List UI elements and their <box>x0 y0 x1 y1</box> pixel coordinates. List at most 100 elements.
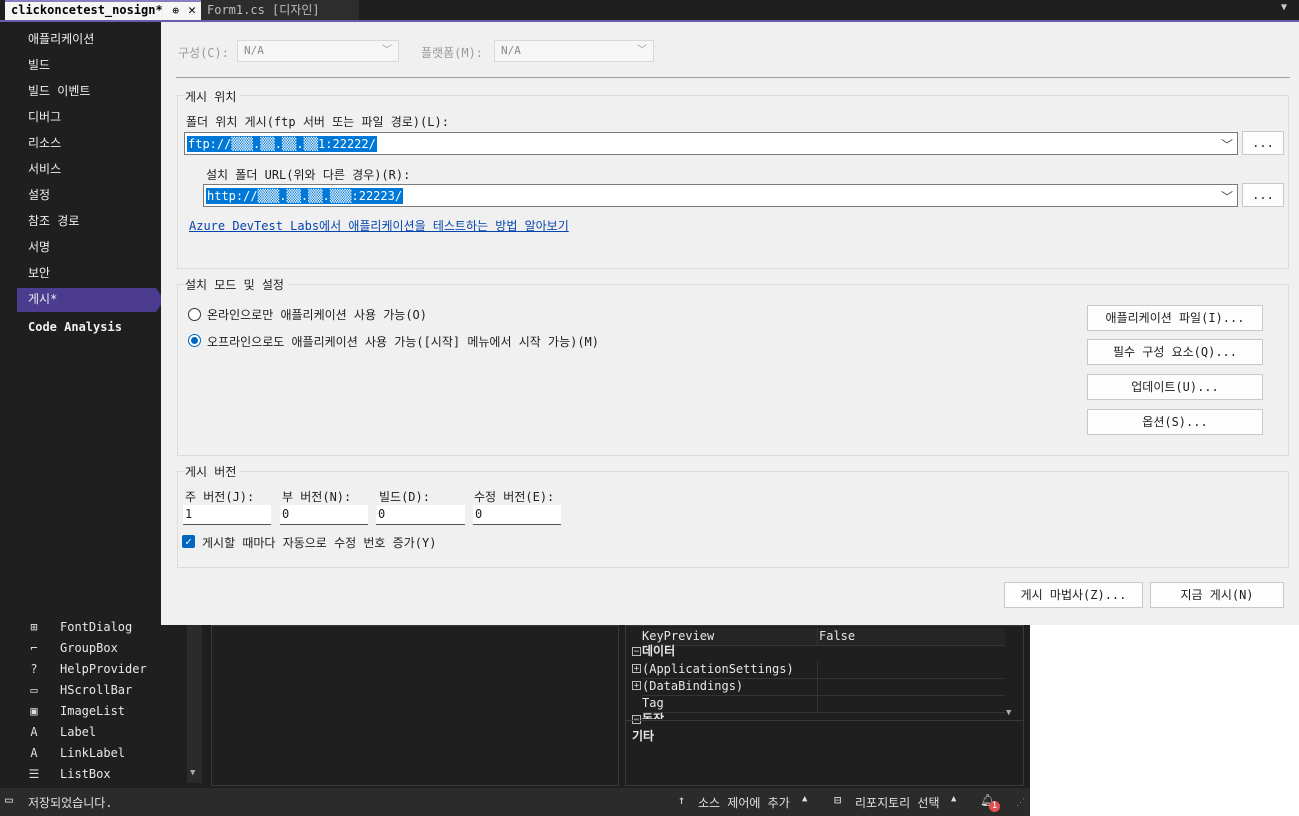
nav-item-resources[interactable]: 리소스 <box>17 132 156 156</box>
platform-select[interactable]: N/A ﹀ <box>494 40 654 62</box>
toolbox-item-hscrollbar[interactable]: ▭ HScrollBar <box>7 680 187 701</box>
expand-icon[interactable]: + <box>632 681 641 691</box>
status-message: 저장되었습니다. <box>28 796 113 810</box>
speech-bubble-icon: ▭ <box>5 793 13 808</box>
install-mode-title: 설치 모드 및 설정 <box>185 276 288 293</box>
major-version-label: 주 버전(J): <box>185 490 255 504</box>
publish-wizard-button[interactable]: 게시 마법사(Z)... <box>1004 582 1143 608</box>
toolbox-item-label: ListBox <box>60 767 111 781</box>
collapse-icon[interactable]: − <box>632 647 641 657</box>
nav-item-code-analysis[interactable]: Code Analysis <box>17 316 156 340</box>
toolbox-item-helpprovider[interactable]: ? HelpProvider <box>7 659 187 680</box>
expand-icon[interactable]: + <box>632 664 641 674</box>
separator <box>176 77 1290 78</box>
scroll-down-icon[interactable]: ▼ <box>1006 708 1011 718</box>
browse-install-url-button[interactable]: ... <box>1242 183 1284 207</box>
azure-devtest-labs-link[interactable]: Azure DevTest Labs에서 애플리케이션을 테스트하는 방법 알아… <box>189 217 569 234</box>
add-to-source-control[interactable]: 소스 제어에 추가 <box>698 794 790 811</box>
close-icon[interactable]: ✕ <box>188 2 196 19</box>
chevron-down-icon[interactable]: ﹀ <box>1221 136 1233 153</box>
online-only-label[interactable]: 온라인으로만 애플리케이션 사용 가능(O) <box>207 306 427 323</box>
offline-available-label[interactable]: 오프라인으로도 애플리케이션 사용 가능([시작] 메뉴에서 시작 가능)(M) <box>207 333 599 350</box>
caret-up-icon: ▲ <box>802 794 808 804</box>
tab-label: clickoncetest_nosign* <box>11 3 163 17</box>
properties-panel: KeyPreview False − 데이터 + (ApplicationSet… <box>625 625 1024 786</box>
scroll-down-icon[interactable]: ▼ <box>190 768 195 778</box>
caret-up-icon: ▲ <box>951 794 957 804</box>
install-url-input[interactable]: http://▒▒▒.▒▒.▒▒.▒▒▒:22223/ ﹀ <box>203 184 1238 207</box>
publish-folder-input[interactable]: ftp://▒▒▒.▒▒.▒▒.▒▒1:22222/ ﹀ <box>184 132 1238 155</box>
revision-version-input[interactable]: 0 <box>473 505 561 525</box>
toolbox-item-label: FontDialog <box>60 620 133 634</box>
toolbox-item-label[interactable]: A Label <box>7 722 187 743</box>
nav-item-build-events[interactable]: 빌드 이벤트 <box>17 80 156 104</box>
publish-now-button[interactable]: 지금 게시(N) <box>1150 582 1284 608</box>
minor-version-input[interactable]: 0 <box>280 505 368 525</box>
status-bar: ▭ 저장되었습니다. ↑ 소스 제어에 추가 ▲ ⊟ 리포지토리 선택 ▲ 🔔︎… <box>0 788 1030 816</box>
nav-item-publish[interactable]: 게시* <box>17 288 164 312</box>
property-name: KeyPreview <box>642 629 715 643</box>
browse-publish-folder-button[interactable]: ... <box>1242 131 1284 155</box>
toolbox-scrollbar[interactable]: ▼ <box>187 625 202 783</box>
options-button[interactable]: 옵션(S)... <box>1087 409 1263 435</box>
nav-item-signing[interactable]: 서명 <box>17 236 156 260</box>
major-version-input[interactable]: 1 <box>183 505 271 525</box>
toolbox-item-imagelist[interactable]: ▣ ImageList <box>7 701 187 722</box>
groupbox-icon: ⌐ <box>30 641 38 655</box>
toolbox-item-linklabel[interactable]: A LinkLabel <box>7 743 187 764</box>
tab-list-dropdown-icon[interactable]: ▼ <box>1281 2 1287 13</box>
nav-item-label: 빌드 이벤트 <box>28 84 91 98</box>
property-row-applicationsettings[interactable]: (ApplicationSettings) <box>642 661 1005 679</box>
application-files-button[interactable]: 애플리케이션 파일(I)... <box>1087 305 1263 331</box>
platform-value: N/A <box>501 44 521 57</box>
property-category-behavior: 동작 <box>642 711 1005 719</box>
category-name: 데이터 <box>642 644 676 658</box>
updates-button[interactable]: 업데이트(U)... <box>1087 374 1263 400</box>
revision-version-label: 수정 버전(E): <box>474 490 555 504</box>
property-row-databindings[interactable]: (DataBindings) <box>642 678 1005 696</box>
nav-item-security[interactable]: 보안 <box>17 262 156 286</box>
nav-item-build[interactable]: 빌드 <box>17 54 156 78</box>
chevron-down-icon: ﹀ <box>637 45 647 56</box>
splitter[interactable] <box>626 720 1023 721</box>
toolbox-item-listbox[interactable]: ☰ ListBox <box>7 764 187 785</box>
checkmark-icon: ✓ <box>185 535 192 548</box>
resize-grip-icon[interactable]: ⋰ <box>1016 798 1025 808</box>
auto-increment-label[interactable]: 게시할 때마다 자동으로 수정 번호 증가(Y) <box>202 534 436 551</box>
online-only-radio[interactable] <box>188 308 201 321</box>
property-description: 기타 <box>632 729 655 743</box>
prerequisites-button[interactable]: 필수 구성 요소(Q)... <box>1087 339 1263 365</box>
nav-item-services[interactable]: 서비스 <box>17 158 156 182</box>
build-version-input[interactable]: 0 <box>376 505 465 525</box>
property-name: Tag <box>642 696 664 710</box>
chevron-down-icon: ﹀ <box>382 45 392 56</box>
nav-item-settings[interactable]: 설정 <box>17 184 156 208</box>
hscrollbar-icon: ▭ <box>30 683 38 697</box>
document-tab-bar: clickoncetest_nosign* ⊕ ✕ Form1.cs [디자인]… <box>0 0 1299 20</box>
build-version-label: 빌드(D): <box>379 490 430 504</box>
nav-item-reference-paths[interactable]: 참조 경로 <box>17 210 156 234</box>
chevron-down-icon[interactable]: ﹀ <box>1221 188 1233 205</box>
property-name: (ApplicationSettings) <box>642 662 794 676</box>
publish-location-title: 게시 위치 <box>185 88 241 105</box>
tab-form1-design[interactable]: Form1.cs [디자인] <box>201 0 359 20</box>
auto-increment-checkbox[interactable]: ✓ <box>182 535 195 548</box>
toolbox-item-label: HelpProvider <box>60 662 147 676</box>
category-name: 동작 <box>642 712 665 719</box>
toolbox-item-fontdialog[interactable]: ⊞ FontDialog <box>7 617 187 638</box>
nav-item-application[interactable]: 애플리케이션 <box>17 28 156 52</box>
select-repository[interactable]: 리포지토리 선택 <box>855 794 940 811</box>
nav-item-label: 빌드 <box>28 58 51 72</box>
offline-available-radio[interactable] <box>188 334 201 347</box>
project-properties-nav: 애플리케이션 빌드 빌드 이벤트 디버그 리소스 서비스 설정 참조 경로 서명… <box>9 22 164 626</box>
configuration-label: 구성(C): <box>178 46 229 60</box>
pin-icon[interactable]: ⊕ <box>172 2 179 19</box>
tab-clickoncetest-nosign[interactable]: clickoncetest_nosign* ⊕ ✕ <box>5 0 201 20</box>
publish-page: 구성(C): N/A ﹀ 플랫폼(M): N/A ﹀ 게시 위치 폴더 위치 게… <box>161 22 1299 625</box>
install-url-label: 설치 폴더 URL(위와 다른 경우)(R): <box>206 168 411 182</box>
configuration-select[interactable]: N/A ﹀ <box>237 40 399 62</box>
toolbox-item-groupbox[interactable]: ⌐ GroupBox <box>7 638 187 659</box>
property-category-data: 데이터 <box>642 643 1005 660</box>
nav-item-debug[interactable]: 디버그 <box>17 106 156 130</box>
toolbox-item-label: GroupBox <box>60 641 118 655</box>
